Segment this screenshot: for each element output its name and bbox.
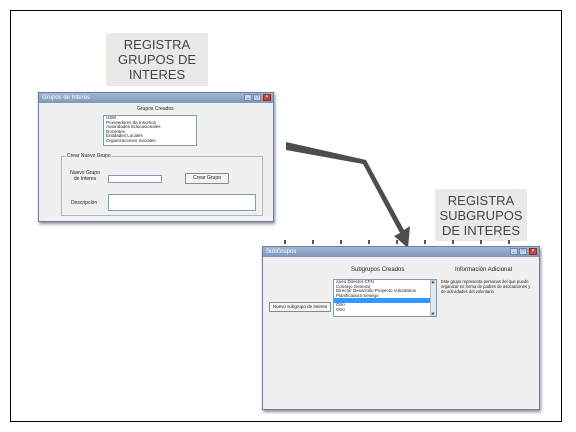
- close-icon[interactable]: ×: [529, 248, 537, 255]
- minimize-icon[interactable]: _: [510, 248, 518, 255]
- window-title: SubGrupos: [266, 249, 297, 255]
- info-heading: Información Adicional: [455, 267, 513, 273]
- window-titlebar[interactable]: SubGrupos _ □ ×: [263, 247, 539, 257]
- caption-line: DE INTERES: [441, 223, 520, 238]
- caption-registra-subgrupos: REGISTRA SUBGRUPOS DE INTERES: [435, 189, 527, 241]
- nuevo-subgrupo-button-label: Nuevo subgrupo de Interes: [272, 304, 328, 309]
- list-item[interactable]: Otro: [334, 307, 436, 313]
- arrow-shape: [286, 142, 410, 248]
- subgrupos-listbox[interactable]: Aseo Director CFN Consejo General Direct…: [333, 279, 437, 317]
- caption-line: SUBGRUPOS: [439, 208, 523, 223]
- caption-line: REGISTRA: [447, 193, 515, 208]
- subgrupos-heading: Subgrupos Creados: [351, 267, 405, 273]
- nuevo-subgrupo-button[interactable]: Nuevo subgrupo de Interes: [269, 302, 331, 312]
- scroll-down-icon[interactable]: ▼: [431, 312, 435, 316]
- subgrupos-window: SubGrupos _ □ × Subgrupos Creados Inform…: [262, 246, 540, 410]
- scroll-up-icon[interactable]: ▲: [431, 280, 435, 284]
- maximize-icon[interactable]: □: [519, 248, 527, 255]
- listbox-scrollbar[interactable]: ▲ ▼: [430, 280, 436, 316]
- info-text: Este grupo representa personas del que p…: [441, 279, 531, 294]
